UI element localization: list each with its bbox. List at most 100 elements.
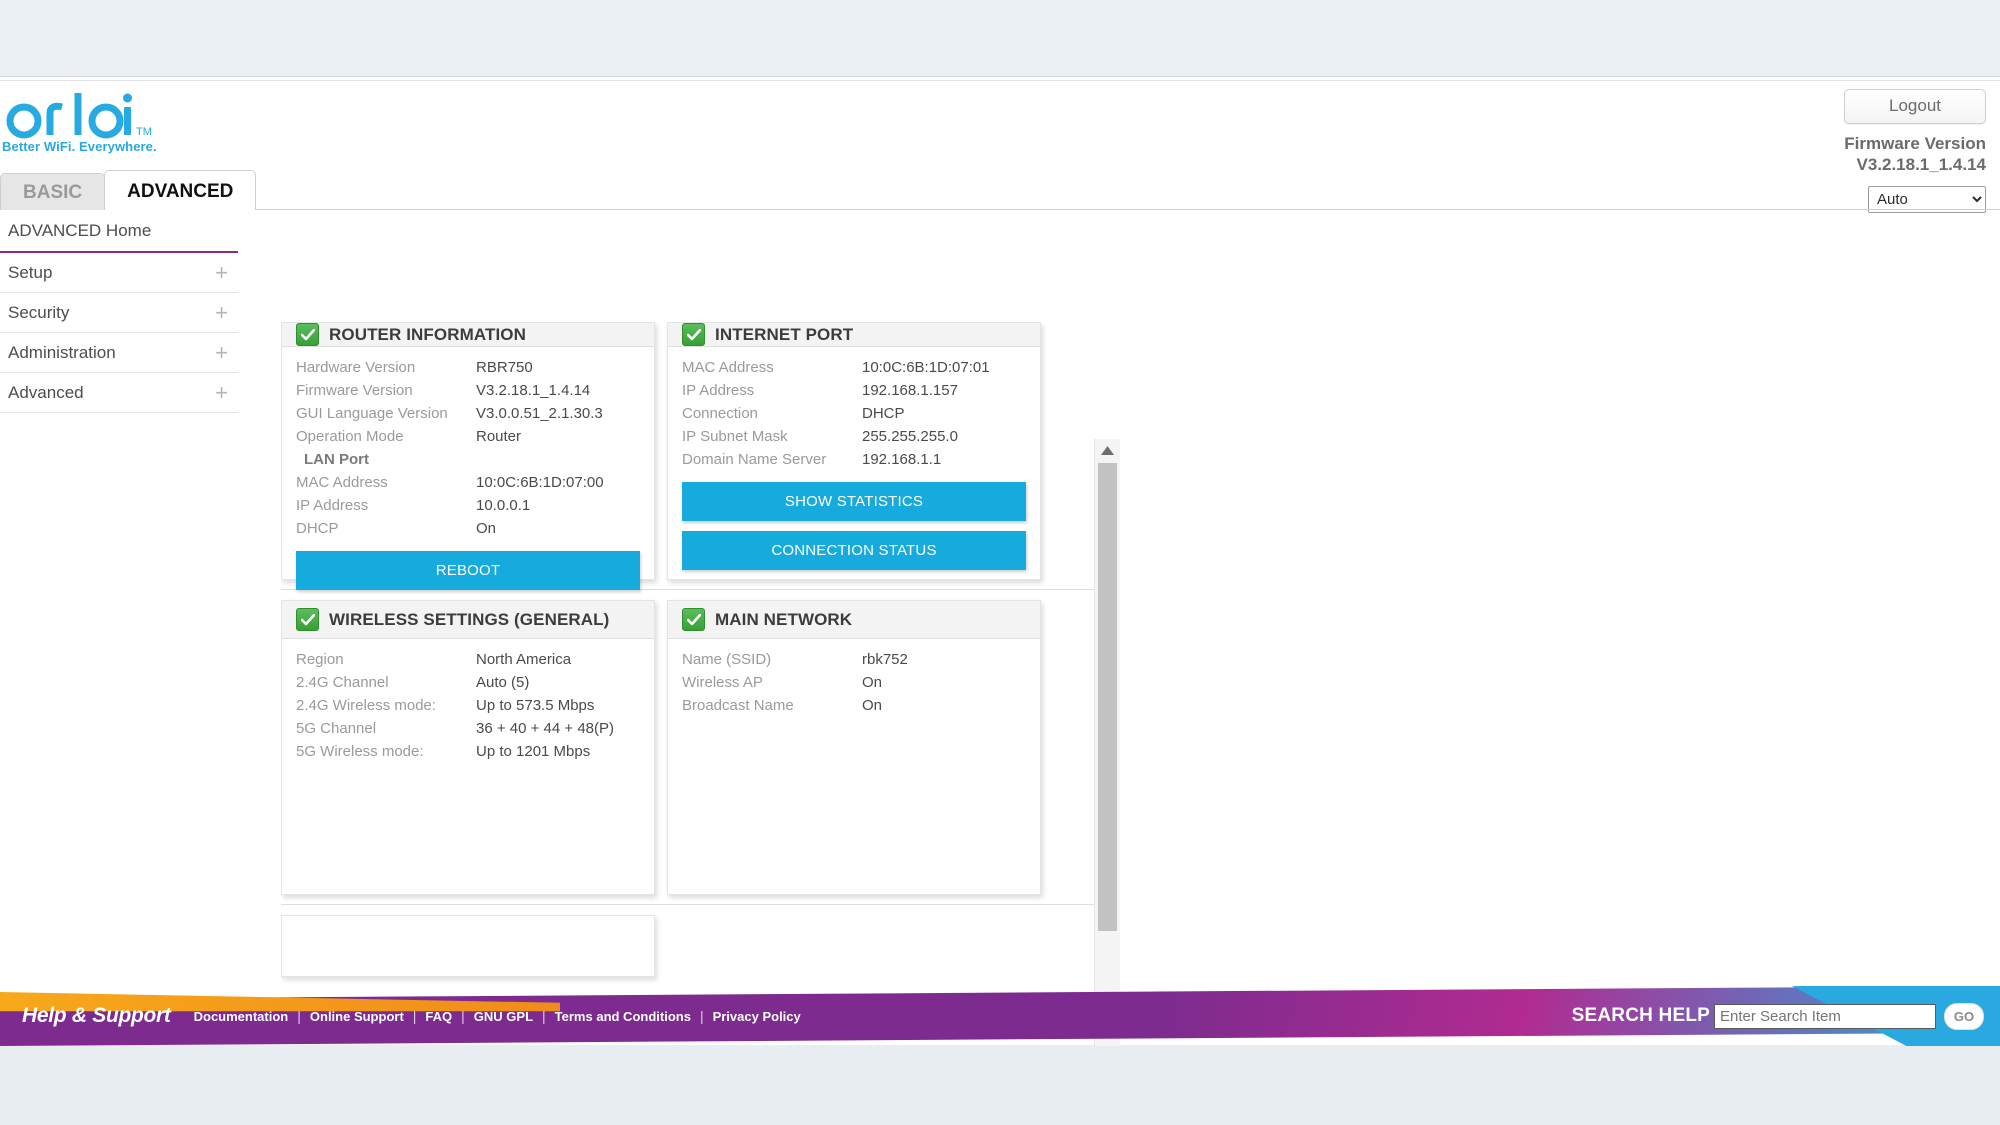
panel-body: Region North America 2.4G Channel Auto (…	[282, 639, 654, 776]
orbi-logo: TM Better WiFi. Everywhere.	[0, 91, 210, 154]
sidebar-item-label: Security	[8, 302, 70, 322]
panel-router-information: ROUTER INFORMATION Hardware Version RBR7…	[281, 322, 655, 590]
panel-title: WIRELESS SETTINGS (GENERAL)	[329, 609, 610, 629]
panel-wireless-settings: WIRELESS SETTINGS (GENERAL) Region North…	[281, 600, 655, 895]
footer-link-documentation[interactable]: Documentation	[185, 1009, 298, 1024]
row-value: RBR750	[476, 359, 533, 376]
scroll-up-icon[interactable]	[1095, 439, 1120, 461]
row-key: Broadcast Name	[682, 697, 794, 714]
svg-text:TM: TM	[136, 126, 152, 138]
app-frame: TM Better WiFi. Everywhere. Logout Firmw…	[0, 81, 2000, 1125]
search-input[interactable]	[1714, 1003, 1936, 1029]
tab-basic[interactable]: BASIC	[0, 173, 106, 210]
sidebar-item-administration[interactable]: Administration +	[0, 333, 238, 373]
footer-link-privacy-policy[interactable]: Privacy Policy	[704, 1009, 810, 1024]
sidebar-item-label: Setup	[8, 262, 53, 282]
row-value: On	[476, 520, 497, 537]
panel-row-2: WIRELESS SETTINGS (GENERAL) Region North…	[281, 600, 1121, 895]
info-row: IP Address 10.0.0.1	[296, 495, 640, 516]
row-value: 192.168.1.157	[862, 382, 958, 399]
help-support-title: Help & Support	[22, 1004, 171, 1027]
info-row: IP Address 192.168.1.157	[682, 380, 1026, 401]
row-key: Domain Name Server	[682, 451, 827, 468]
panel-row-divider-2	[281, 904, 1109, 905]
body-area: ADVANCED Home Setup + Security + Adminis…	[0, 211, 2000, 1125]
footer-link-terms-and-conditions[interactable]: Terms and Conditions	[546, 1009, 700, 1024]
panel-row-3-partial	[281, 915, 1121, 977]
info-row: MAC Address 10:0C:6B:1D:07:01	[682, 357, 1026, 378]
info-row: 5G Channel 36 + 40 + 44 + 48(P)	[296, 718, 640, 739]
orbi-tagline: Better WiFi. Everywhere.	[2, 139, 157, 154]
orbi-wordmark-icon: TM	[6, 93, 152, 139]
show-statistics-button[interactable]: SHOW STATISTICS	[682, 482, 1026, 521]
row-key: Wireless AP	[682, 674, 763, 691]
info-row: Firmware Version V3.2.18.1_1.4.14	[296, 380, 640, 401]
connection-status-button[interactable]: CONNECTION STATUS	[682, 531, 1026, 570]
firmware-version-label: Firmware Version	[1844, 134, 1986, 153]
logout-button[interactable]: Logout	[1844, 89, 1986, 124]
panel-title: INTERNET PORT	[715, 324, 854, 344]
info-row: GUI Language Version V3.0.0.51_2.1.30.3	[296, 403, 640, 424]
page-bottom-background	[0, 1046, 2000, 1125]
check-icon	[296, 608, 319, 631]
footer-link-gnu-gpl[interactable]: GNU GPL	[465, 1009, 542, 1024]
row-value: 255.255.255.0	[862, 428, 958, 445]
search-help-label: SEARCH HELP	[1571, 1005, 1710, 1026]
row-value: Up to 573.5 Mbps	[476, 697, 595, 714]
footer-link-faq[interactable]: FAQ	[416, 1009, 461, 1024]
row-key: MAC Address	[296, 474, 388, 491]
reboot-button[interactable]: REBOOT	[296, 551, 640, 590]
row-value: Router	[476, 428, 522, 445]
panel-partial	[281, 915, 655, 977]
row-value: V3.0.0.51_2.1.30.3	[476, 405, 603, 422]
info-row: Operation Mode Router	[296, 426, 640, 447]
info-row: 5G Wireless mode: Up to 1201 Mbps	[296, 741, 640, 762]
check-icon	[682, 608, 705, 631]
tab-bottom-rule	[0, 209, 2000, 210]
info-row: Region North America	[296, 649, 640, 670]
sidebar-item-label: Administration	[8, 342, 116, 362]
row-key: 5G Channel	[296, 720, 377, 737]
row-key: GUI Language Version	[296, 405, 448, 422]
header-right-cluster: Logout Firmware Version V3.2.18.1_1.4.14…	[1666, 89, 1986, 213]
row-value: 192.168.1.1	[862, 451, 942, 468]
info-row: DHCP On	[296, 518, 640, 539]
row-key: DHCP	[296, 520, 339, 537]
row-key: Operation Mode	[296, 428, 404, 445]
info-row: 2.4G Wireless mode: Up to 573.5 Mbps	[296, 695, 640, 716]
footer-link-online-support[interactable]: Online Support	[301, 1009, 413, 1024]
browser-chrome-strip	[0, 0, 2000, 77]
plus-icon: +	[215, 299, 228, 325]
panel-body: Hardware Version RBR750 Firmware Version…	[282, 347, 654, 602]
panel-header: MAIN NETWORK	[668, 601, 1040, 639]
info-row: IP Subnet Mask 255.255.255.0	[682, 426, 1026, 447]
row-value: DHCP	[862, 405, 905, 422]
plus-icon: +	[215, 339, 228, 365]
sidebar-item-security[interactable]: Security +	[0, 293, 238, 333]
orbi-admin-page: TM Better WiFi. Everywhere. Logout Firmw…	[0, 0, 2000, 1125]
row-value: On	[862, 674, 883, 691]
row-key: Name (SSID)	[682, 651, 772, 668]
panel-main-network: MAIN NETWORK Name (SSID) rbk752 Wireless…	[667, 600, 1041, 895]
sidebar-item-advanced[interactable]: Advanced +	[0, 373, 238, 413]
sidebar-item-setup[interactable]: Setup +	[0, 253, 238, 293]
row-value: On	[862, 697, 883, 714]
firmware-version-value: V3.2.18.1_1.4.14	[1856, 155, 1986, 175]
row-value: 36 + 40 + 44 + 48(P)	[476, 720, 615, 737]
row-value: 10.0.0.1	[476, 497, 531, 514]
info-row: Hardware Version RBR750	[296, 357, 640, 378]
search-go-button[interactable]: GO	[1944, 1002, 1984, 1030]
row-value: Up to 1201 Mbps	[476, 743, 591, 760]
panel-body: MAC Address 10:0C:6B:1D:07:01 IP Address…	[668, 347, 1040, 582]
row-key: 2.4G Channel	[296, 674, 389, 691]
tab-advanced[interactable]: ADVANCED	[104, 170, 257, 210]
scrollbar-thumb[interactable]	[1098, 463, 1117, 931]
panel-header: INTERNET PORT	[668, 323, 1040, 347]
lan-port-subheading: LAN Port	[304, 451, 369, 468]
sidebar-item-advanced-home[interactable]: ADVANCED Home	[0, 211, 238, 253]
panel-row-1: ROUTER INFORMATION Hardware Version RBR7…	[281, 322, 1121, 590]
check-icon	[296, 323, 319, 346]
main-tabs: BASIC ADVANCED	[0, 170, 257, 210]
info-row: Wireless AP On	[682, 672, 1026, 693]
info-row: Broadcast Name On	[682, 695, 1026, 716]
